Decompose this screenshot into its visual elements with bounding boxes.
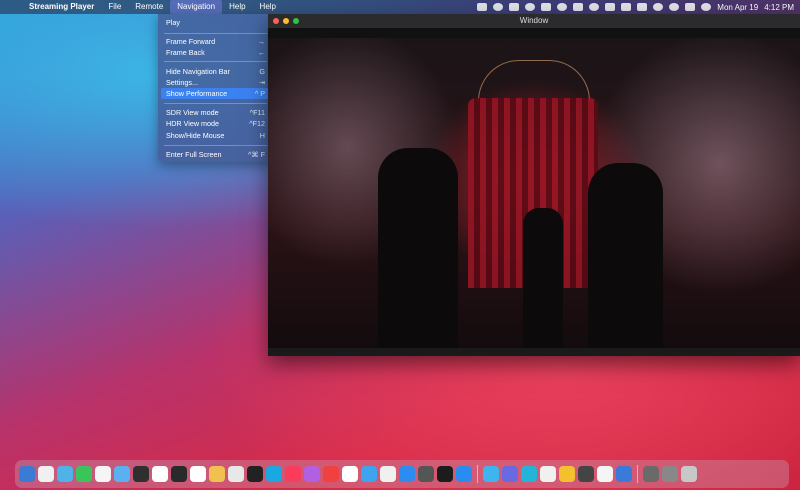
dock-app-icon[interactable] (643, 466, 659, 482)
menu-item-hdr-view-mode[interactable]: HDR View mode ^F12 (161, 118, 270, 129)
siri-icon[interactable] (701, 3, 712, 11)
dock-app-icon[interactable] (681, 466, 697, 482)
dock-app-icon[interactable] (190, 466, 206, 482)
dock-separator (477, 465, 478, 483)
dock-app-icon[interactable] (399, 466, 415, 482)
performer (523, 208, 563, 348)
menu-item-enter-full-screen[interactable]: Enter Full Screen ^⌘ F (161, 149, 270, 160)
dock-app-icon[interactable] (456, 466, 472, 482)
dock-app-icon[interactable] (437, 466, 453, 482)
dock-app-icon[interactable] (171, 466, 187, 482)
menu-item-play[interactable]: Play (161, 17, 270, 28)
status-icon[interactable] (589, 3, 600, 11)
minimize-icon[interactable] (283, 18, 289, 24)
dock-app-icon[interactable] (662, 466, 678, 482)
performer (588, 163, 663, 350)
dock-app-icon[interactable] (247, 466, 263, 482)
battery-icon[interactable] (637, 3, 648, 11)
dock-app-icon[interactable] (578, 466, 594, 482)
dock-app-icon[interactable] (540, 466, 556, 482)
status-icon[interactable] (525, 3, 536, 11)
menu-item-show-hide-mouse[interactable]: Show/Hide Mouse H (161, 130, 270, 141)
dock-app-icon[interactable] (95, 466, 111, 482)
menu-file[interactable]: File (101, 0, 128, 14)
dock-app-icon[interactable] (152, 466, 168, 482)
menu-item-hide-navigation-bar[interactable]: Hide Navigation Bar G (161, 66, 270, 77)
status-icon[interactable] (573, 3, 584, 11)
dock-app-icon[interactable] (502, 466, 518, 482)
dock-app-icon[interactable] (266, 466, 282, 482)
status-icon[interactable] (541, 3, 552, 11)
menu-separator (164, 61, 267, 62)
menu-separator (164, 145, 267, 146)
menu-navigation[interactable]: Navigation (170, 0, 223, 14)
window-bottom-bar (268, 348, 800, 356)
menu-bar: Streaming Player File Remote Navigation … (0, 0, 800, 14)
menu-help-2[interactable]: Help (253, 0, 283, 14)
menu-item-frame-forward[interactable]: Frame Forward → (161, 36, 270, 47)
dock-app-icon[interactable] (38, 466, 54, 482)
menu-remote[interactable]: Remote (128, 0, 170, 14)
dock-app-icon[interactable] (521, 466, 537, 482)
dock-app-icon[interactable] (76, 466, 92, 482)
zoom-icon[interactable] (293, 18, 299, 24)
dock-app-icon[interactable] (418, 466, 434, 482)
dock-separator (637, 465, 638, 483)
dock-app-icon[interactable] (597, 466, 613, 482)
menu-item-settings[interactable]: Settings... ⇥ (161, 77, 270, 88)
window-titlebar[interactable]: Window (268, 14, 800, 28)
app-menu[interactable]: Streaming Player (22, 0, 101, 14)
dock-app-icon[interactable] (342, 466, 358, 482)
menu-item-frame-back[interactable]: Frame Back ← (161, 47, 270, 58)
navigation-menu: Play Frame Forward → Frame Back ← Hide N… (158, 14, 273, 162)
dock-app-icon[interactable] (57, 466, 73, 482)
menu-separator (164, 103, 267, 104)
performer (378, 148, 458, 348)
dock-app-icon[interactable] (380, 466, 396, 482)
status-icon[interactable] (477, 3, 488, 11)
close-icon[interactable] (273, 18, 279, 24)
bluetooth-icon[interactable] (605, 3, 616, 11)
menu-help[interactable]: Help (222, 0, 252, 14)
video-frame[interactable] (268, 38, 800, 350)
clock-date[interactable]: Mon Apr 19 (717, 3, 758, 12)
dock-app-icon[interactable] (483, 466, 499, 482)
status-icon[interactable] (509, 3, 520, 11)
dock-app-icon[interactable] (228, 466, 244, 482)
search-icon[interactable] (669, 3, 680, 11)
dock (15, 460, 789, 488)
dock-app-icon[interactable] (323, 466, 339, 482)
menu-item-show-performance[interactable]: Show Performance ^ P (161, 88, 270, 99)
stage-sign (478, 60, 590, 101)
dock-app-icon[interactable] (19, 466, 35, 482)
menu-item-sdr-view-mode[interactable]: SDR View mode ^F11 (161, 107, 270, 118)
status-icon[interactable] (557, 3, 568, 11)
menu-separator (164, 33, 267, 34)
volume-icon[interactable] (621, 3, 632, 11)
dock-app-icon[interactable] (133, 466, 149, 482)
clock-time[interactable]: 4:12 PM (764, 3, 794, 12)
wifi-icon[interactable] (653, 3, 664, 11)
status-area: Mon Apr 19 4:12 PM (477, 0, 794, 14)
dock-app-icon[interactable] (209, 466, 225, 482)
status-icon[interactable] (493, 3, 504, 11)
dock-app-icon[interactable] (285, 466, 301, 482)
window-title: Window (519, 16, 549, 25)
control-center-icon[interactable] (685, 3, 696, 11)
dock-app-icon[interactable] (616, 466, 632, 482)
player-window: Window (268, 14, 800, 356)
dock-app-icon[interactable] (114, 466, 130, 482)
dock-app-icon[interactable] (361, 466, 377, 482)
dock-app-icon[interactable] (304, 466, 320, 482)
dock-app-icon[interactable] (559, 466, 575, 482)
